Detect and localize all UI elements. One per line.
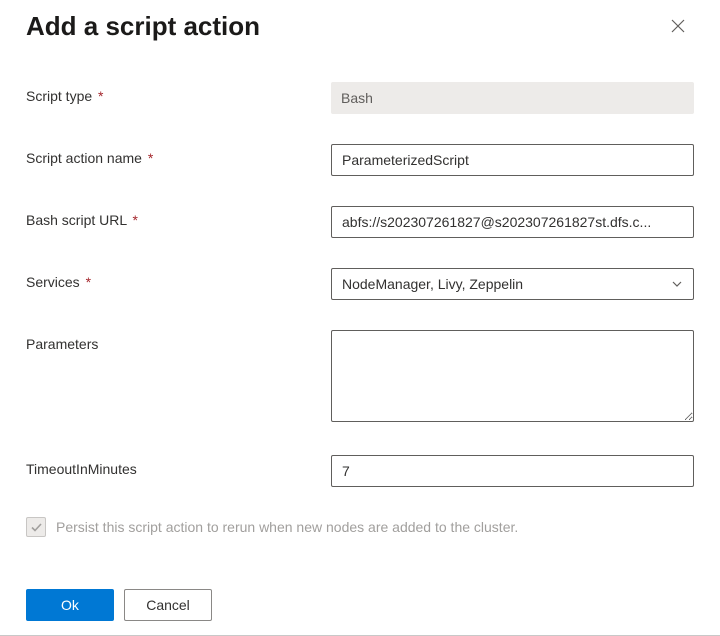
field-persist: Persist this script action to rerun when… <box>26 517 694 537</box>
panel-header: Add a script action <box>26 10 694 42</box>
label-script-type: Script type * <box>26 82 331 104</box>
label-text: Services <box>26 274 80 290</box>
label-services: Services * <box>26 268 331 290</box>
field-bash-script-url: Bash script URL * <box>26 206 694 238</box>
services-dropdown[interactable]: NodeManager, Livy, Zeppelin <box>331 268 694 300</box>
footer: Ok Cancel <box>26 589 694 635</box>
label-parameters: Parameters <box>26 330 331 352</box>
persist-label: Persist this script action to rerun when… <box>56 519 518 535</box>
label-text: TimeoutInMinutes <box>26 461 137 477</box>
form-area: Script type * Bash Script action name * … <box>26 82 694 589</box>
label-timeout: TimeoutInMinutes <box>26 455 331 477</box>
required-marker: * <box>98 88 103 104</box>
script-type-value: Bash <box>331 82 694 114</box>
panel-title: Add a script action <box>26 11 260 42</box>
parameters-textarea[interactable] <box>331 330 694 422</box>
field-parameters: Parameters <box>26 330 694 425</box>
label-text: Script action name <box>26 150 142 166</box>
label-text: Bash script URL <box>26 212 127 228</box>
close-button[interactable] <box>662 10 694 42</box>
field-services: Services * NodeManager, Livy, Zeppelin <box>26 268 694 300</box>
field-script-action-name: Script action name * <box>26 144 694 176</box>
script-type-text: Bash <box>341 90 373 106</box>
label-text: Script type <box>26 88 92 104</box>
required-marker: * <box>148 150 153 166</box>
bash-script-url-input[interactable] <box>331 206 694 238</box>
required-marker: * <box>86 274 91 290</box>
services-selected-text: NodeManager, Livy, Zeppelin <box>342 276 523 292</box>
check-icon <box>30 521 43 534</box>
add-script-action-panel: Add a script action Script type * Bash S… <box>0 0 720 635</box>
chevron-down-icon <box>671 278 683 290</box>
ok-button[interactable]: Ok <box>26 589 114 621</box>
label-script-action-name: Script action name * <box>26 144 331 166</box>
label-text: Parameters <box>26 336 98 352</box>
field-timeout: TimeoutInMinutes <box>26 455 694 487</box>
cancel-button[interactable]: Cancel <box>124 589 212 621</box>
script-action-name-input[interactable] <box>331 144 694 176</box>
timeout-input[interactable] <box>331 455 694 487</box>
close-icon <box>671 19 685 33</box>
persist-checkbox <box>26 517 46 537</box>
required-marker: * <box>133 212 138 228</box>
field-script-type: Script type * Bash <box>26 82 694 114</box>
label-bash-script-url: Bash script URL * <box>26 206 331 228</box>
